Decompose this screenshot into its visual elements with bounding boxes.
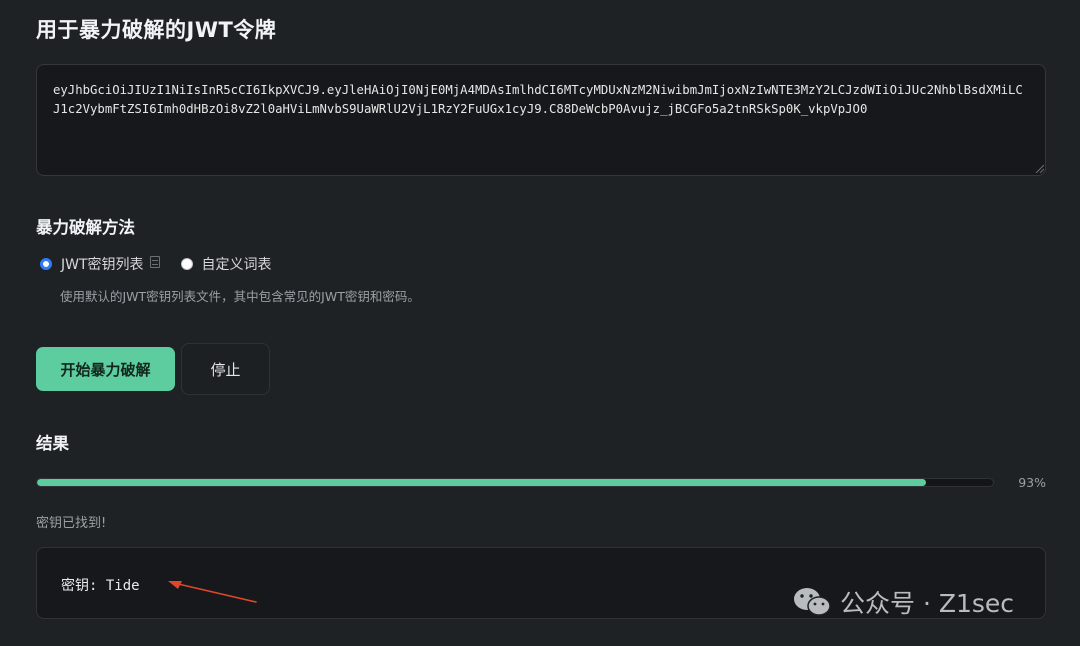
start-bruteforce-button[interactable]: 开始暴力破解 — [36, 347, 175, 391]
method-radio-group: JWT密钥列表 自定义词表 — [40, 254, 272, 274]
radio-jwt-list[interactable] — [40, 258, 52, 270]
radio-option-custom-wordlist[interactable]: 自定义词表 — [180, 254, 272, 274]
watermark: 公众号 · Z1sec — [792, 584, 1014, 620]
progress-bar-fill — [37, 479, 927, 486]
wechat-icon — [794, 588, 831, 616]
result-output-text: 密钥: Tide — [61, 578, 140, 594]
resize-handle-icon[interactable] — [1034, 163, 1044, 173]
status-text: 密钥已找到! — [36, 516, 107, 531]
list-file-icon — [149, 256, 160, 268]
radio-custom-wordlist-label: 自定义词表 — [201, 257, 272, 273]
method-heading: 暴力破解方法 — [36, 218, 135, 237]
jwt-bruteforce-page: 用于暴力破解的JWT令牌 eyJhbGciOiJIUzI1NiIsInR5cCI… — [0, 0, 1080, 646]
progress-percent-label: 93% — [1018, 475, 1046, 490]
red-arrow-annotation — [168, 581, 257, 603]
radio-jwt-list-label: JWT密钥列表 — [61, 257, 144, 273]
result-heading: 结果 — [36, 434, 69, 453]
page-title: 用于暴力破解的JWT令牌 — [36, 18, 277, 42]
method-hint: 使用默认的JWT密钥列表文件，其中包含常见的JWT密钥和密码。 — [60, 289, 420, 304]
progress-bar — [36, 478, 994, 487]
jwt-token-input[interactable]: eyJhbGciOiJIUzI1NiIsInR5cCI6IkpXVCJ9.eyJ… — [36, 64, 1046, 176]
radio-option-jwt-list[interactable]: JWT密钥列表 — [40, 254, 160, 274]
watermark-text: 公众号 · Z1sec — [840, 589, 1015, 618]
stop-button[interactable]: 停止 — [181, 343, 270, 395]
radio-custom-wordlist[interactable] — [180, 258, 193, 270]
